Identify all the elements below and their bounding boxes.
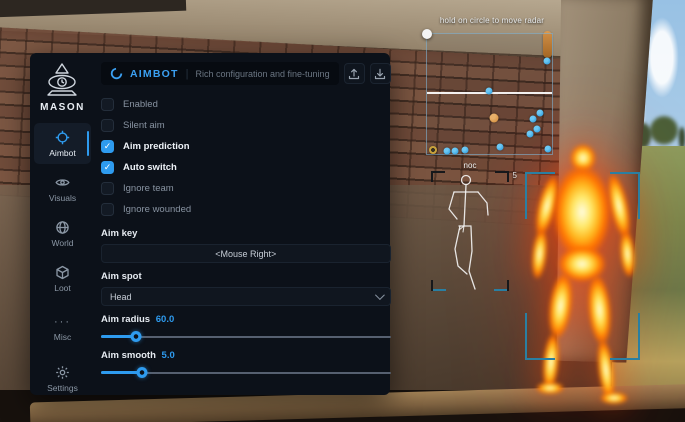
header-divider: | [186,68,189,80]
radar-hint-text: hold on circle to move radar [412,16,572,25]
aim-key-button[interactable]: <Mouse Right> [101,244,391,263]
radar-dot-blue [486,88,493,95]
sidebar-item-loot[interactable]: Loot [34,258,91,299]
radar-dot-orange [490,114,499,123]
checkbox-label: Ignore team [123,183,174,194]
aim-radius-label: Aim radius [101,314,150,325]
checkbox-icon[interactable] [101,203,114,216]
panel-title: AIMBOT [130,68,179,80]
sidebar-item-settings[interactable]: Settings [34,358,91,399]
panel-content: AIMBOT | Rich configuration and fine-tun… [95,53,405,395]
panel-header-bar: AIMBOT | Rich configuration and fine-tun… [101,62,339,85]
radar-dot-blue [544,58,551,65]
chevron-down-icon [375,290,385,300]
radar-dot-blue [444,148,451,155]
radar-dot-blue [497,144,504,151]
sidebar-item-misc[interactable]: ··· Misc [34,309,91,348]
import-config-button[interactable] [370,63,391,84]
slider-track [101,336,391,338]
checkbox-silent-aim[interactable]: Silent aim [101,115,391,136]
brand-name: MASON [40,102,85,113]
radar-dot-yellowdark [429,146,437,154]
radar-dot-blue [530,116,537,123]
checkbox-list: Enabled Silent aim ✓ Aim prediction ✓ Au… [101,94,391,220]
radar-widget[interactable] [426,33,553,155]
panel-subtitle: Rich configuration and fine-tuning [195,69,329,79]
slider-thumb[interactable] [130,331,141,342]
gear-icon [55,365,70,380]
radar-dot-blue [527,131,534,138]
aim-spot-label: Aim spot [101,271,391,282]
mason-eye-logo [41,61,83,99]
checkbox-label: Ignore wounded [123,204,191,215]
sidebar: MASON Aimbot Visuals World [30,53,95,395]
crosshair-icon [55,130,70,145]
sidebar-item-world[interactable]: World [34,213,91,254]
radar-dot-blue [534,126,541,133]
sidebar-item-label: Settings [47,383,78,393]
aim-key-label: Aim key [101,228,391,239]
aim-radius-value: 60.0 [156,314,175,325]
sidebar-item-label: Aimbot [49,148,75,158]
cheat-menu-panel: MASON Aimbot Visuals World [30,53,390,395]
radar-drag-handle[interactable] [422,29,432,39]
sidebar-item-label: Visuals [49,193,76,203]
aim-smooth-value: 5.0 [162,350,175,361]
sidebar-item-aimbot[interactable]: Aimbot [34,123,91,164]
checkbox-aim-prediction[interactable]: ✓ Aim prediction [101,136,391,157]
checkbox-label: Enabled [123,99,158,110]
eye-icon [55,175,70,190]
aim-spot-select[interactable]: Head [101,287,391,306]
checkbox-label: Auto switch [123,162,177,173]
upload-icon [348,68,360,80]
checkbox-auto-switch[interactable]: ✓ Auto switch [101,157,391,178]
aim-radius-block: Aim radius 60.0 [101,314,391,342]
slider-thumb[interactable] [136,367,147,378]
checkbox-ignore-wounded[interactable]: Ignore wounded [101,199,391,220]
checkbox-icon[interactable] [101,98,114,111]
sidebar-item-label: World [51,238,73,248]
brand-logo: MASON [40,61,85,113]
aim-spot-value: Head [110,292,132,302]
aim-smooth-slider[interactable] [101,367,391,378]
sidebar-item-label: Loot [54,283,71,293]
checkbox-enabled[interactable]: Enabled [101,94,391,115]
download-icon [374,68,386,80]
radar-dot-blue [537,110,544,117]
checkbox-icon[interactable] [101,182,114,195]
checkbox-icon[interactable] [101,119,114,132]
radar-dot-blue [452,148,459,155]
game-screen: hold on circle to move radar noc 5 [0,0,685,422]
aim-radius-slider[interactable] [101,331,391,342]
spinner-icon [110,67,123,80]
ellipsis-icon: ··· [54,316,71,329]
sidebar-item-visuals[interactable]: Visuals [34,168,91,209]
globe-icon [55,220,70,235]
cube-icon [55,265,70,280]
aim-smooth-block: Aim smooth 5.0 [101,350,391,378]
radar-dots [427,34,552,154]
checkbox-ignore-team[interactable]: Ignore team [101,178,391,199]
checkbox-label: Aim prediction [123,141,190,152]
checkbox-label: Silent aim [123,120,165,131]
radar-dot-blue [545,146,552,153]
export-config-button[interactable] [344,63,365,84]
aim-smooth-label: Aim smooth [101,350,156,361]
radar-dot-blue [462,147,469,154]
checkbox-icon[interactable]: ✓ [101,140,114,153]
checkbox-icon[interactable]: ✓ [101,161,114,174]
sidebar-item-label: Misc [54,332,71,342]
